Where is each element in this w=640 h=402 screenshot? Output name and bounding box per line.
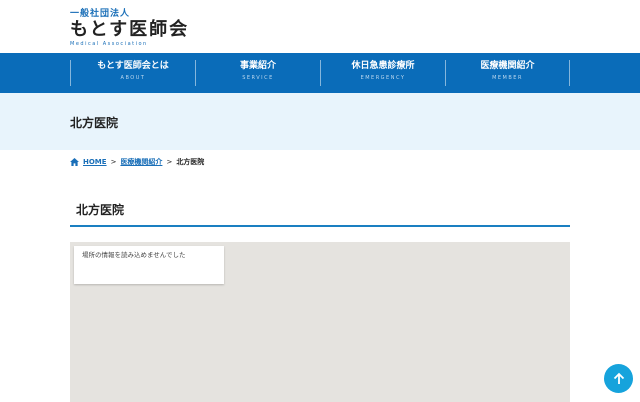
arrow-up-icon (613, 372, 624, 384)
logo-subtitle: 一般社団法人 (70, 9, 131, 19)
map-error-message: 場所の情報を読み込めませんでした (74, 246, 224, 284)
page-header: 北方医院 (0, 93, 640, 150)
section-heading: 北方医院 (70, 200, 570, 227)
breadcrumb-home[interactable]: HOME (83, 158, 107, 166)
nav-label: 事業紹介 (239, 61, 276, 71)
breadcrumb-current: 北方医院 (176, 158, 205, 166)
breadcrumb-separator: > (166, 158, 173, 166)
scroll-to-top-button[interactable] (604, 364, 633, 393)
breadcrumb-separator: > (110, 158, 117, 166)
nav-service[interactable]: 事業紹介 SERVICE (195, 60, 320, 86)
logo-title: もとす医師会 (70, 19, 190, 40)
page-title: 北方医院 (70, 116, 119, 130)
section-title: 北方医院 (76, 203, 125, 217)
nav-sublabel: MEMBER (492, 75, 523, 81)
nav-label: 休日急患診療所 (351, 61, 415, 71)
nav-label: もとす医師会とは (97, 61, 169, 71)
nav-about[interactable]: もとす医師会とは ABOUT (70, 60, 195, 86)
nav-sublabel: SERVICE (242, 75, 274, 81)
nav-member[interactable]: 医療機関紹介 MEMBER (445, 60, 570, 86)
home-icon (70, 158, 79, 166)
site-logo[interactable]: 一般社団法人 もとす医師会 Medical Association (70, 6, 189, 47)
main-nav: もとす医師会とは ABOUT 事業紹介 SERVICE 休日急患診療所 EMERGEN… (0, 53, 640, 93)
logo-english: Medical Association (70, 41, 148, 47)
nav-emergency[interactable]: 休日急患診療所 EMERGENCY (320, 60, 445, 86)
nav-sublabel: EMERGENCY (360, 75, 406, 81)
breadcrumb-parent[interactable]: 医療機関紹介 (120, 157, 162, 167)
map-embed[interactable]: 場所の情報を読み込めませんでした (70, 242, 570, 402)
breadcrumb: HOME > 医療機関紹介 > 北方医院 (70, 157, 204, 167)
nav-label: 医療機関紹介 (480, 61, 535, 71)
nav-sublabel: ABOUT (120, 75, 146, 81)
